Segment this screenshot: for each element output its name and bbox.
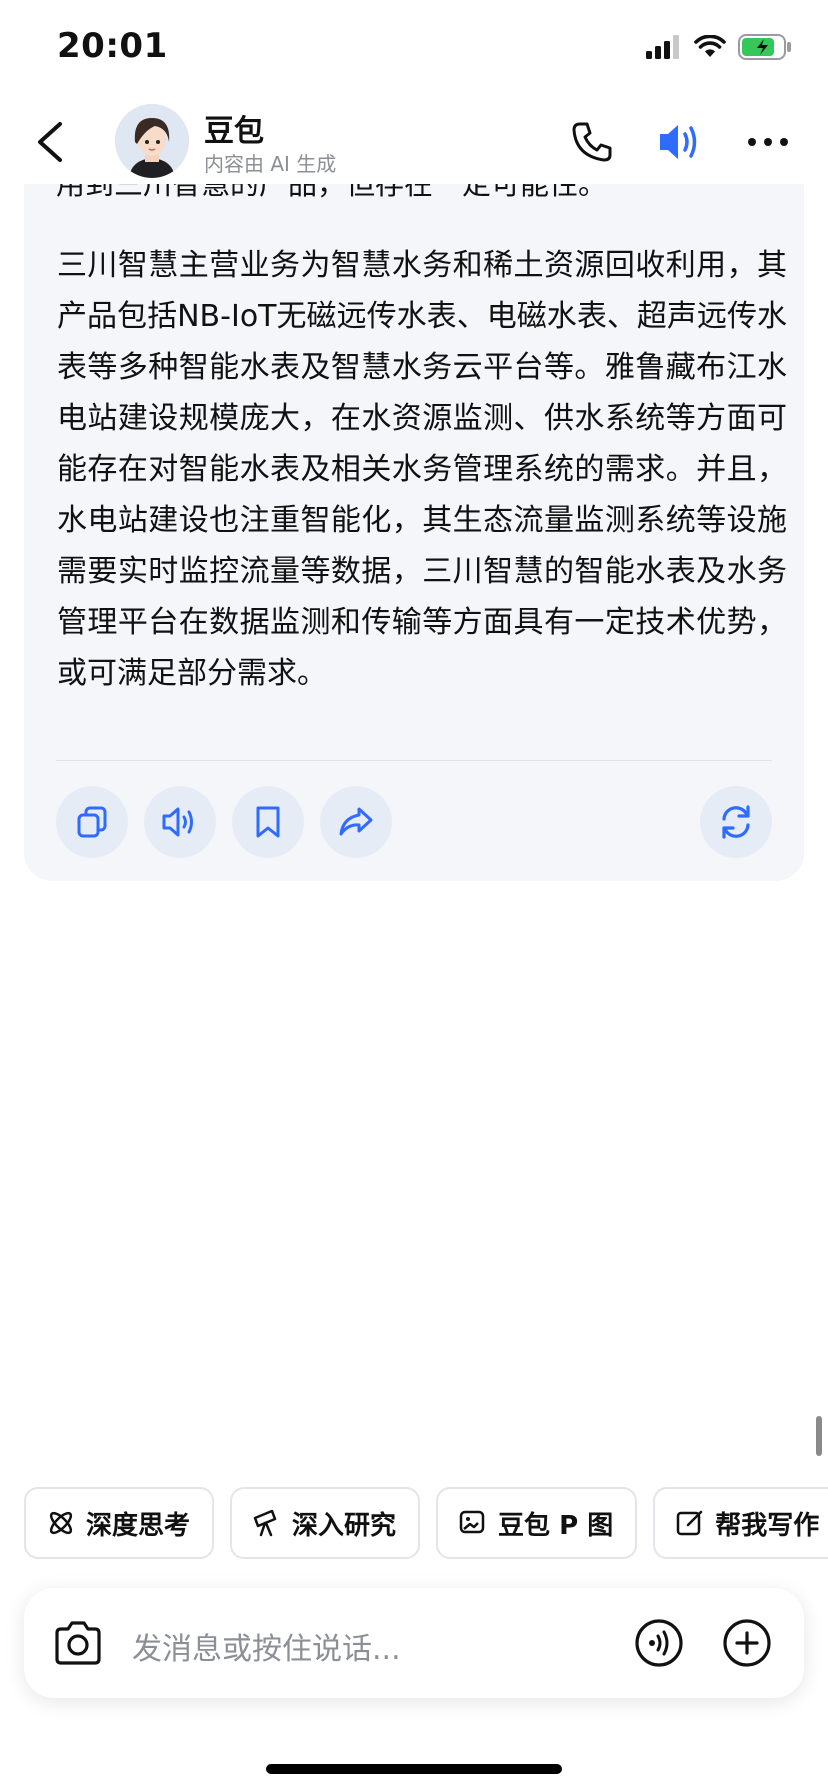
speaker-icon: [162, 807, 193, 837]
message-card: 用到三川智慧的产品，但存在一定可能性。 三川智慧主营业务为智慧水务和稀土资源回收…: [24, 150, 804, 881]
copy-button[interactable]: [56, 786, 128, 858]
telescope-icon: [253, 1509, 277, 1537]
bot-avatar-icon: [115, 104, 189, 178]
camera-icon: [55, 1621, 101, 1665]
more-icon: [748, 138, 788, 146]
battery-icon: [738, 34, 791, 60]
image-edit-icon: [459, 1510, 485, 1534]
chevron-left-icon: [38, 122, 62, 162]
chip-deep-research[interactable]: 深入研究: [230, 1487, 421, 1559]
speaker-icon: [660, 125, 697, 159]
read-aloud-button[interactable]: [144, 786, 216, 858]
phone-icon: [572, 122, 612, 162]
call-button[interactable]: [564, 114, 620, 170]
regenerate-button[interactable]: [700, 786, 772, 858]
chip-write[interactable]: 帮我写作: [653, 1487, 828, 1559]
message-input[interactable]: 发消息或按住说话...: [132, 1624, 401, 1668]
bookmark-button[interactable]: [232, 786, 304, 858]
wifi-icon: [694, 35, 726, 57]
divider: [56, 760, 772, 761]
message-input-bar: 发消息或按住说话...: [24, 1588, 804, 1698]
scrollbar[interactable]: [816, 1416, 822, 1456]
status-time: 20:01: [57, 26, 168, 66]
bot-name: 豆包: [204, 114, 264, 149]
plus-icon: [723, 1619, 771, 1667]
chat-header: 豆包 内容由 AI 生成: [0, 100, 828, 184]
chip-image-edit[interactable]: 豆包 P 图: [436, 1487, 638, 1559]
voice-input-button[interactable]: [634, 1618, 684, 1668]
ai-disclaimer: 内容由 AI 生成: [204, 152, 337, 176]
more-button[interactable]: [740, 114, 796, 170]
chip-label: 豆包 P 图: [498, 1510, 614, 1541]
status-icons: [646, 34, 792, 60]
message-text: 三川智慧主营业务为智慧水务和稀土资源回收利用，其产品包括NB-IoT无磁远传水表…: [57, 248, 787, 691]
signal-icon: [646, 35, 679, 59]
home-indicator[interactable]: [266, 1764, 562, 1774]
regenerate-icon: [722, 805, 750, 839]
chip-label: 深度思考: [86, 1510, 191, 1541]
suggestion-chips: 深度思考 深入研究 豆包 P 图 帮我写作: [24, 1487, 828, 1561]
avatar[interactable]: [115, 104, 189, 178]
status-bar: 20:01: [0, 0, 828, 100]
copy-icon: [77, 806, 107, 838]
share-button[interactable]: [320, 786, 392, 858]
chip-deep-think[interactable]: 深度思考: [24, 1487, 215, 1559]
atom-icon: [49, 1511, 73, 1535]
chip-label: 帮我写作: [715, 1510, 820, 1541]
camera-button[interactable]: [52, 1618, 104, 1670]
voice-playback-button[interactable]: [652, 114, 708, 170]
share-icon: [339, 807, 373, 836]
voice-wave-icon: [635, 1619, 683, 1667]
chip-label: 深入研究: [292, 1510, 397, 1541]
bookmark-icon: [256, 806, 280, 838]
add-button[interactable]: [722, 1618, 772, 1668]
back-button[interactable]: [30, 118, 74, 166]
edit-icon: [676, 1510, 703, 1536]
